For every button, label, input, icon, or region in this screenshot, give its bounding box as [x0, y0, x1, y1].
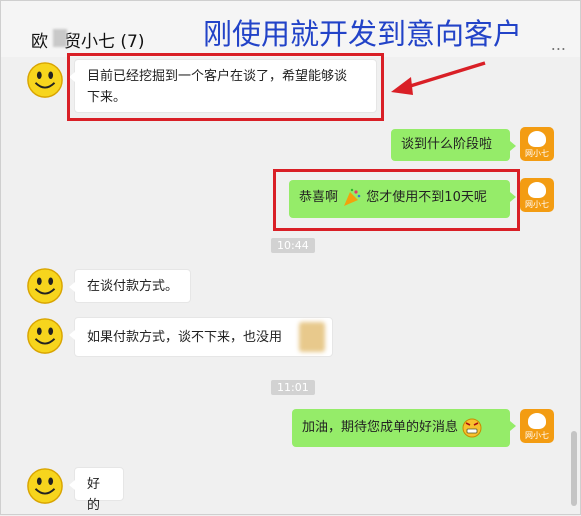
timestamp: 11:01 — [271, 380, 315, 395]
chat-window: 欧贸小七 (7) 刚使用就开发到意向客户 ... 目前已经挖掘到一个客户在谈了，… — [0, 0, 581, 515]
grinning-face-icon — [462, 418, 482, 437]
message-bubble: 好的 — [69, 467, 124, 513]
smiley-avatar-icon[interactable] — [26, 61, 64, 99]
annotation-text: 刚使用就开发到意向客户 — [203, 17, 523, 51]
bot-avatar-icon[interactable]: 网小七 — [520, 409, 554, 443]
chat-header: 欧贸小七 (7) 刚使用就开发到意向客户 ... — [1, 1, 580, 57]
bot-avatar-icon[interactable]: 网小七 — [520, 127, 554, 161]
message-text: 如果付款方式，谈不下来，也没用 — [87, 330, 283, 345]
bot-avatar-icon[interactable]: 网小七 — [520, 178, 554, 212]
bot-avatar-label: 网小七 — [525, 200, 549, 209]
bot-avatar-label: 网小七 — [525, 149, 549, 158]
message-bubble: 如果付款方式，谈不下来，也没用 — [69, 317, 333, 357]
message-bubble: 谈到什么阶段啦 — [391, 129, 516, 161]
message-text: 好的 — [87, 477, 101, 513]
bot-avatar-label: 网小七 — [525, 431, 549, 440]
arrow-icon — [391, 61, 486, 95]
more-options-button[interactable]: ... — [551, 35, 566, 54]
blurred-image-icon — [299, 322, 325, 352]
redacted-name-blur — [53, 29, 67, 47]
highlight-box — [67, 53, 384, 121]
smiley-avatar-icon[interactable] — [26, 267, 64, 305]
message-bubble: 在谈付款方式。 — [69, 269, 191, 303]
chat-title: 欧贸小七 (7) — [31, 32, 145, 52]
smiley-avatar-icon[interactable] — [26, 317, 64, 355]
timestamp: 10:44 — [271, 238, 315, 253]
message-bubble: 加油，期待您成单的好消息 — [292, 409, 516, 447]
highlight-box — [273, 169, 520, 231]
smiley-avatar-icon[interactable] — [26, 467, 64, 505]
message-text: 谈到什么阶段啦 — [401, 137, 493, 152]
scrollbar[interactable] — [571, 431, 577, 506]
message-text: 在谈付款方式。 — [87, 279, 179, 294]
message-text: 加油，期待您成单的好消息 — [302, 420, 459, 435]
